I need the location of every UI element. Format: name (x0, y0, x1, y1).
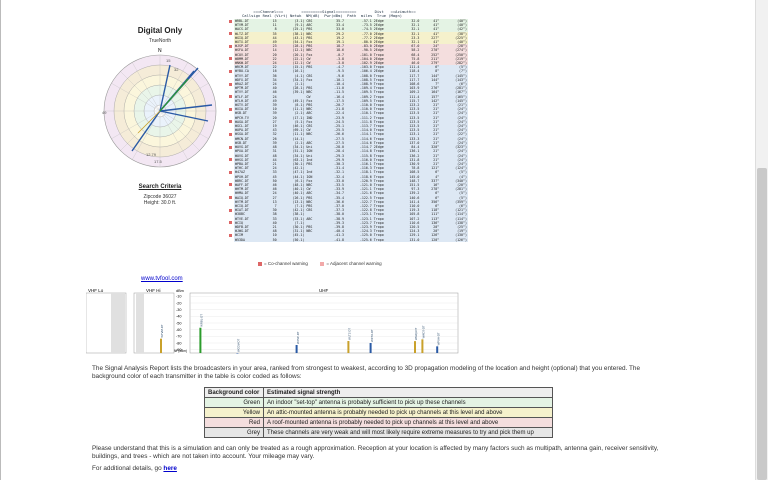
legend-color-label: Red (204, 417, 264, 428)
table-cell: 131.0 (396, 237, 421, 242)
signal-bar (160, 338, 162, 353)
legend-description: These channels are very weak and will mo… (263, 427, 553, 438)
svg-text:32: 32 (174, 67, 179, 72)
bar-label: WRBL-DT (200, 314, 204, 327)
table-cell (305, 237, 322, 242)
y-tick-label: -20 (176, 301, 182, 305)
warning-marker (229, 132, 232, 136)
svg-text:49: 49 (102, 110, 107, 115)
polar-plot: N 15 32 12.79 17.5 49 (102, 48, 217, 168)
search-criteria-title: Search Criteria (138, 184, 182, 190)
intro-paragraph: The Signal Analysis Report lists the bro… (92, 365, 641, 380)
table-cell: (50.1) (277, 237, 306, 242)
legend-header-bg: Background color (204, 387, 264, 398)
table-cell: -41.8 (321, 237, 346, 242)
band-label-uhf: UHF (319, 288, 328, 293)
table-cell: Tropo (372, 237, 397, 242)
warning-marker (229, 196, 232, 200)
signal-bar (369, 343, 372, 353)
legend-row: Yellow An attic-mounted antenna is probab… (204, 407, 553, 418)
warning-marker (229, 95, 232, 99)
legend-header-estimate: Estimated signal strength (263, 387, 553, 398)
table-header: ===Channel=== =========Signal========= D… (242, 9, 416, 19)
table-cell: W53DA (234, 237, 266, 242)
legend-description: A roof-mounted antenna is probably neede… (263, 417, 553, 428)
warning-marker (229, 107, 232, 111)
bar-label: WTVM-DT (160, 324, 164, 337)
warning-marker (229, 183, 232, 187)
warning-marker (229, 120, 232, 124)
table-row: W53DA 50 (50.1) -41.8 -125.6 Tropo 131.0 120° (1… (228, 237, 468, 242)
y-tick-label: -10 (176, 295, 182, 299)
y-unit-label: dBm (176, 289, 184, 293)
details-link[interactable]: here (163, 465, 177, 472)
table-cell: 120° (420, 237, 441, 242)
bar-label: WLTZ-DT (348, 328, 352, 340)
warning-marker (229, 57, 232, 61)
warning-marker (229, 82, 232, 86)
warning-marker (229, 32, 232, 36)
y-tick-label: -70 (176, 335, 182, 339)
polar-title: Digital Only (137, 26, 183, 35)
warning-marker (229, 208, 232, 212)
bar-label: WXTX-DT (370, 329, 374, 342)
legend-color-label: Yellow (204, 407, 264, 418)
bar-label: WACS-DT (422, 325, 426, 338)
legend-row: Green An indoor "set-top" antenna is prob… (204, 397, 553, 408)
band-label-vhf-hi: VHF Hi (146, 288, 161, 293)
vertical-scrollbar[interactable] (755, 0, 768, 480)
legend-row: Red A roof-mounted antenna is probably ne… (204, 417, 553, 428)
warning-marker (229, 69, 232, 73)
svg-text:12.79: 12.79 (146, 152, 157, 157)
signal-bar (414, 341, 416, 353)
color-legend-table: Background color Estimated signal streng… (204, 387, 553, 438)
table-cell: 50 (265, 237, 278, 242)
warning-marker (229, 44, 232, 48)
y-tick-label: -50 (176, 321, 182, 325)
y-tick-label: -40 (176, 315, 182, 319)
bar-label: WPXA-DT (436, 332, 440, 345)
legend-color-label: Grey (204, 427, 264, 438)
warning-marker (229, 221, 232, 225)
vhf-lo-shade (111, 293, 125, 353)
north-label: N (158, 48, 162, 54)
scrollbar-thumb[interactable] (757, 168, 767, 480)
station-table: WRBL-DT 15 (3.1) CBS 35.7 -57.1 2Edge 32.0 41° (4… (228, 19, 468, 242)
legend-description: An indoor "set-top" antenna is probably … (263, 397, 553, 408)
signal-bar (295, 345, 298, 353)
table-cell: -125.6 (345, 237, 373, 242)
warning-legend: = Co-channel warning = Adjacent channel … (258, 261, 382, 266)
signal-bar (436, 346, 439, 353)
signal-bar (199, 327, 202, 353)
warning-marker (229, 145, 232, 149)
warning-marker (229, 19, 232, 23)
legend-color-label: Green (204, 397, 264, 408)
y-tick-label: -30 (176, 308, 182, 312)
details-paragraph: For additional details, go here (92, 465, 177, 472)
channel-signal-chart: VHF Lo VHF Hi UHF dBm -10 -20 -30 -40 -50 -60… (86, 288, 460, 356)
legend-description: An attic-mounted antenna is probably nee… (263, 407, 553, 418)
legend-row: Grey These channels are very weak and wil… (204, 427, 553, 438)
y-tick-label: -60 (176, 328, 182, 332)
signal-bar (347, 341, 350, 353)
y-tick-label: -80 (176, 341, 182, 345)
floor-label: NF(dBm) (174, 349, 187, 353)
table-cell: (126°) (440, 237, 468, 242)
bar-label: WJSP-DT (296, 331, 300, 344)
bar-label: WCOV-DT (237, 339, 241, 352)
warning-marker (229, 170, 232, 174)
disclaimer-paragraph: Please understand that this is a simulat… (92, 445, 659, 460)
height-text: Height: 30.0 ft. (143, 200, 177, 206)
signal-bar (421, 339, 424, 353)
band-label-vhf-lo: VHF Lo (88, 288, 104, 293)
signal-bar (236, 353, 239, 354)
bar-label: WGIQ-DT (414, 327, 418, 340)
warning-marker (229, 158, 232, 162)
svg-text:17.5: 17.5 (154, 159, 163, 164)
warning-marker (229, 233, 232, 237)
tvfool-link[interactable]: www.tvfool.com (141, 276, 183, 282)
vhf-hi-shade (136, 293, 144, 353)
svg-text:15: 15 (166, 58, 171, 63)
